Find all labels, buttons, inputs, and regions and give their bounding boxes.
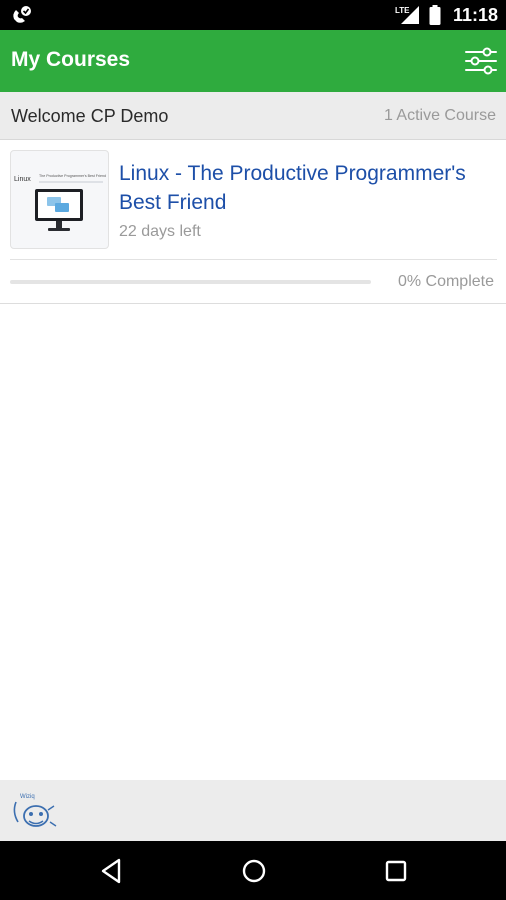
- settings-sliders-icon[interactable]: [464, 44, 498, 78]
- welcome-text: Welcome CP Demo: [11, 106, 169, 126]
- recent-apps-icon[interactable]: [381, 856, 411, 886]
- computer-monitor-icon: Linux The Productive Programmer's Best F…: [14, 174, 106, 231]
- call-notification-icon: [13, 6, 31, 23]
- network-type-label: LTE: [395, 6, 410, 15]
- thumbnail-label: Linux: [14, 176, 31, 183]
- battery-icon: [429, 5, 441, 25]
- back-icon[interactable]: [97, 856, 127, 886]
- card-divider: [10, 259, 497, 260]
- system-nav-bar: [0, 841, 506, 900]
- course-card[interactable]: Linux The Productive Programmer's Best F…: [0, 141, 506, 304]
- clock-time: 11:18: [452, 4, 498, 25]
- course-progress-bar: [10, 280, 371, 284]
- welcome-bar: Welcome CP Demo 1 Active Course: [0, 92, 506, 140]
- progress-percent-text: 0% Complete: [397, 273, 494, 290]
- page-title: My Courses: [11, 48, 131, 71]
- days-left-text: 22 days left: [119, 223, 201, 240]
- home-icon[interactable]: [239, 856, 269, 886]
- signal-icon: LTE: [395, 6, 419, 24]
- app-bar: My Courses: [0, 30, 506, 92]
- footer-bar: Wiziq: [0, 780, 506, 841]
- course-title-link[interactable]: Linux - The Productive Programmer's Best…: [119, 159, 497, 217]
- brand-logo-icon[interactable]: Wiziq: [10, 790, 58, 834]
- course-thumbnail[interactable]: Linux The Productive Programmer's Best F…: [10, 150, 109, 249]
- active-course-count: 1 Active Course: [383, 107, 496, 124]
- logo-text: Wiziq: [20, 794, 35, 800]
- status-bar: LTE 11:18: [0, 0, 506, 30]
- thumbnail-caption: The Productive Programmer's Best Friend: [39, 174, 106, 178]
